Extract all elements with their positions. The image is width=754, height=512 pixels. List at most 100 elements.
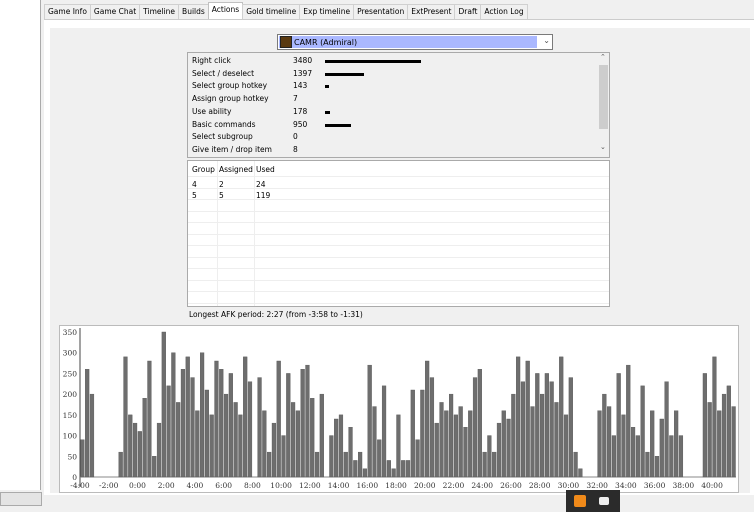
chart-bar [209, 414, 214, 478]
chart-bar [511, 393, 516, 478]
chart-bar [405, 460, 411, 478]
x-tick-label: 4:00 [186, 481, 203, 490]
chart-bar [573, 451, 578, 478]
chart-bar [568, 377, 573, 478]
chart-bar [171, 352, 176, 478]
chart-bar [678, 435, 684, 478]
chart-bar [415, 439, 420, 478]
chart-bar [449, 393, 454, 478]
x-tick-label: 8:00 [244, 481, 261, 490]
chart-bar [717, 410, 722, 478]
chart-bar [372, 406, 377, 478]
x-tick-label: -2:00 [99, 481, 119, 490]
scrollbar[interactable]: ⌃ ⌄ [598, 53, 609, 157]
scroll-down-icon[interactable]: ⌄ [600, 143, 606, 151]
actions-list[interactable]: ⌃ ⌄ Right click 3480 Select / deselect 1397… [187, 52, 610, 158]
chart-bar [520, 381, 526, 478]
chart-bar [664, 381, 669, 478]
chart-bar [381, 385, 387, 478]
player-select[interactable]: CAMR (Admiral) ⌄ [277, 34, 553, 50]
chart-bar [386, 460, 391, 478]
chart-bar [176, 402, 181, 478]
chart-bar [482, 451, 487, 478]
scroll-thumb[interactable] [599, 65, 608, 129]
action-bar [325, 60, 421, 63]
column-header[interactable]: Used [256, 164, 275, 175]
chart-bar [166, 385, 171, 478]
group-cell: 2 [219, 180, 224, 189]
chart-bar [271, 422, 277, 478]
chart-bar [219, 369, 224, 478]
action-count: 178 [293, 106, 308, 116]
chart-bar [420, 389, 425, 478]
x-tick-label: 36:00 [644, 481, 666, 490]
chart-bar [707, 402, 712, 478]
chart-bar [118, 451, 123, 478]
chart-bar [458, 406, 463, 478]
tab-builds[interactable]: Builds [178, 4, 209, 19]
tab-exp-timeline[interactable]: Exp timeline [299, 4, 355, 19]
chart-bar [645, 451, 650, 478]
chart-bar [525, 360, 530, 478]
x-tick-label: 30:00 [558, 481, 580, 490]
chart-bar [238, 414, 243, 478]
chart-bar [290, 402, 296, 478]
hero-avatar-icon [280, 36, 292, 48]
y-tick-label: 100 [63, 432, 78, 441]
chart-bar [544, 373, 549, 478]
chart-bar [578, 468, 583, 478]
tab-actions[interactable]: Actions [207, 2, 244, 20]
chart-bar [267, 451, 272, 478]
chart-bar [305, 364, 310, 478]
tab-presentation[interactable]: Presentation [353, 4, 409, 19]
tab-game-info[interactable]: Game Info [44, 4, 91, 19]
afk-period-text: Longest AFK period: 2:27 (from -3:58 to … [189, 310, 363, 319]
action-count: 8 [293, 144, 298, 154]
chart-bar [616, 373, 621, 478]
discord-icon[interactable] [599, 497, 609, 505]
chart-bar [319, 393, 324, 478]
y-tick-label: 200 [63, 390, 78, 399]
x-tick-label: 28:00 [529, 481, 551, 490]
chart-bar [286, 373, 291, 478]
group-table: Group Assigned Used 4 2 24 5 5 119 [187, 160, 610, 307]
tab-gold-timeline[interactable]: Gold timeline [242, 4, 301, 19]
chart-bar [487, 435, 492, 478]
column-header[interactable]: Group [192, 164, 215, 175]
chart-bar [506, 418, 511, 478]
group-cell: 5 [219, 191, 224, 200]
chart-bar [434, 422, 439, 478]
tab-game-chat[interactable]: Game Chat [89, 4, 141, 19]
apm-chart-svg: 050100150200250300350-4:00 -2:00 0:00 2:00 4… [63, 328, 736, 490]
chart-bar [654, 456, 660, 478]
chart-bar [214, 360, 219, 478]
chart-bar [80, 439, 85, 478]
action-bar [325, 110, 330, 114]
chart-bar [401, 460, 406, 478]
scroll-up-icon[interactable]: ⌃ [600, 53, 606, 61]
x-tick-label: 34:00 [615, 481, 637, 490]
chart-bar [343, 451, 348, 478]
tab-extpresent[interactable]: ExtPresent [407, 4, 456, 19]
group-cell: 5 [192, 191, 197, 200]
x-tick-label: 26:00 [500, 481, 522, 490]
chart-bar [247, 381, 253, 478]
chevron-down-icon[interactable]: ⌄ [543, 36, 550, 45]
tab-timeline[interactable]: Timeline [139, 4, 180, 19]
x-tick-label: 10:00 [270, 481, 292, 490]
column-header[interactable]: Assigned [219, 164, 253, 175]
y-tick-label: 250 [63, 369, 78, 378]
chart-bar [726, 385, 731, 478]
chart-bar [200, 352, 205, 478]
x-tick-label: 38:00 [673, 481, 695, 490]
app-flame-icon[interactable] [574, 495, 586, 507]
action-bar [325, 72, 364, 76]
tab-draft[interactable]: Draft [454, 4, 482, 19]
chart-bar [492, 451, 497, 478]
chart-bar [602, 393, 607, 478]
chart-bar [329, 435, 334, 478]
tab-action-log[interactable]: Action Log [480, 4, 528, 19]
chart-bar [439, 402, 444, 478]
row-divider [188, 302, 609, 304]
row-divider [188, 176, 609, 177]
